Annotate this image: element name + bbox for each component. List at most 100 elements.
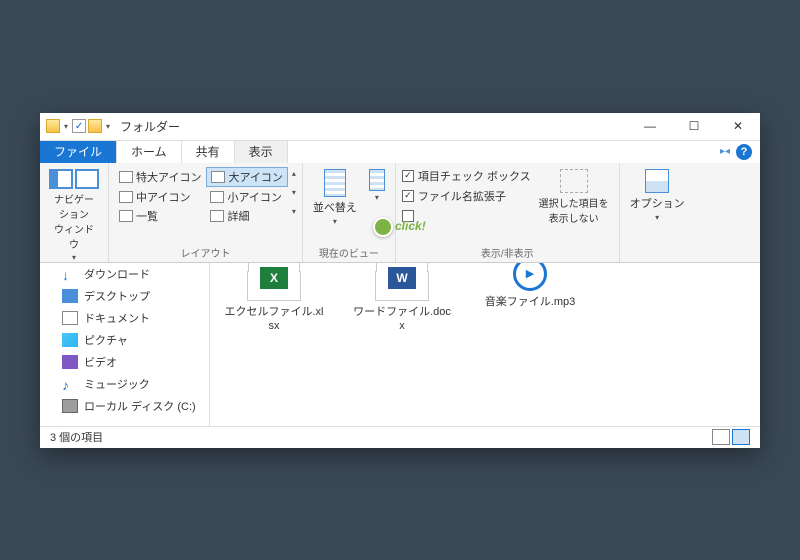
chevron-down-icon: ▾ [375,193,379,202]
download-icon: ↓ [62,267,78,281]
folder-icon [46,119,60,133]
qat-more-icon[interactable]: ▾ [104,122,112,131]
explorer-window: ▾ ✓ ▾ フォルダー — ☐ ✕ ファイル ホーム 共有 表示 ▸◂ ? ナビ… [40,113,760,448]
layout-details[interactable]: 詳細 [206,207,287,225]
hide-label: 選択した項目を 表示しない [539,195,609,225]
sort-label: 並べ替え [313,199,357,215]
ribbon-group-showhide: ✓項目チェック ボックス ✓ファイル名拡張子 隠しファイル 選択した項目を 表示… [396,163,620,262]
nav-pane-icon [49,169,73,189]
minimize-button[interactable]: — [628,112,672,140]
groupby-button[interactable]: ▾ [365,167,389,204]
group-label-options [626,258,689,260]
layout-list[interactable]: 一覧 [115,207,205,225]
layout-xl-icons[interactable]: 特大アイコン [115,167,205,187]
layout-list-label: 一覧 [136,208,158,224]
xl-icon [119,171,133,183]
qat-properties-icon[interactable]: ✓ [72,119,86,133]
close-button[interactable]: ✕ [716,112,760,140]
sb-label: ミュージック [84,376,150,392]
sidebar-item-pictures[interactable]: ピクチャ [40,329,209,351]
view-large-icon[interactable] [732,429,750,445]
file-name: 音楽ファイル.mp3 [485,295,575,309]
group-icon [369,169,385,191]
group-label-layout: レイアウト [115,243,296,260]
options-button[interactable]: オプション ▾ [626,167,689,224]
sidebar-item-downloads[interactable]: ↓ ダウンロード [40,263,209,285]
desktop-icon [62,289,78,303]
chevron-down-icon: ▾ [72,253,76,262]
nav-sidebar[interactable]: ↓ ダウンロード デスクトップ ドキュメント ピクチャ ビデオ ♪ ミュージック ロ… [40,263,210,426]
help-icon[interactable]: ? [736,144,752,160]
layout-medium-icons[interactable]: 中アイコン [115,188,205,206]
group-label-currentview: 現在のビュー [309,243,389,260]
sidebar-item-desktop[interactable]: デスクトップ [40,285,209,307]
ribbon-group-pane: ナビゲーション ウィンドウ ▾ ペイン [40,163,109,262]
sidebar-item-documents[interactable]: ドキュメント [40,307,209,329]
sidebar-item-music[interactable]: ♪ ミュージック [40,373,209,395]
sb-label: ビデオ [84,354,117,370]
chevron-down-icon: ▾ [655,213,659,222]
ribbon: ナビゲーション ウィンドウ ▾ ペイン 特大アイコン 大アイコン 中アイコン 小… [40,163,760,263]
group-label-showhide: 表示/非表示 [402,243,613,260]
qat-newfolder-icon[interactable] [88,119,102,133]
tab-home[interactable]: ホーム [117,141,182,163]
nav-pane-button[interactable]: ナビゲーション ウィンドウ ▾ [46,167,102,264]
maximize-button[interactable]: ☐ [672,112,716,140]
file-item-word[interactable]: W ワードファイル.docx [352,271,452,334]
sm-icon [210,191,224,203]
ribbon-group-currentview: 並べ替え ▾ ▾ 現在のビュー [303,163,396,262]
options-label: オプション [630,195,685,211]
checkbox-file-extensions[interactable]: ✓ファイル名拡張子 [402,187,531,205]
view-details-icon[interactable] [712,429,730,445]
chevron-down-icon: ▾ [333,217,337,226]
file-name: ワードファイル.docx [352,305,452,334]
sort-icon [324,169,346,197]
hide-selected-button[interactable]: 選択した項目を 表示しない [535,167,613,227]
sb-label: ローカル ディスク (C:) [84,398,196,414]
sb-label: ダウンロード [84,266,150,282]
list-icon [119,210,133,222]
picture-icon [62,333,78,347]
file-item-excel[interactable]: X エクセルファイル.xlsx [224,271,324,334]
layout-md-label: 中アイコン [136,189,190,205]
video-icon [62,355,78,369]
body-area: ↓ ダウンロード デスクトップ ドキュメント ピクチャ ビデオ ♪ ミュージック ロ… [40,263,760,426]
preview-pane-icon [75,169,99,189]
hide-icon [560,169,588,193]
checkbox-item-checkboxes[interactable]: ✓項目チェック ボックス [402,167,531,185]
tab-view[interactable]: 表示 [235,141,288,163]
ribbon-group-options: オプション ▾ [620,163,695,262]
sidebar-item-localdisk[interactable]: ローカル ディスク (C:) [40,395,209,417]
sb-label: デスクトップ [84,288,150,304]
layout-lg-label: 大アイコン [228,169,282,185]
layout-scroll-up-icon[interactable]: ▴ [292,169,296,178]
sidebar-item-videos[interactable]: ビデオ [40,351,209,373]
checkbox-hidden-files[interactable]: 隠しファイル [402,207,531,225]
tab-share[interactable]: 共有 [182,141,235,163]
layout-expand-icon[interactable]: ▾ [292,207,296,216]
layout-scroll-down-icon[interactable]: ▾ [292,188,296,197]
layout-large-icons[interactable]: 大アイコン [206,167,287,187]
status-bar: 3 個の項目 [40,426,760,448]
word-icon: W [388,267,416,289]
ribbon-group-layout: 特大アイコン 大アイコン 中アイコン 小アイコン 一覧 詳細 ▴ ▾ ▾ レイア… [109,163,303,262]
file-content-area[interactable]: X エクセルファイル.xlsx W ワードファイル.docx ▶ 音楽ファイル.… [210,263,760,426]
chk2-label: ファイル名拡張子 [418,188,506,204]
titlebar: ▾ ✓ ▾ フォルダー — ☐ ✕ [40,113,760,141]
music-icon: ♪ [62,377,78,391]
tab-file[interactable]: ファイル [40,141,117,163]
file-item-music[interactable]: ▶ 音楽ファイル.mp3 [480,271,580,309]
disk-icon [62,399,78,413]
sort-button[interactable]: 並べ替え ▾ [309,167,361,228]
item-count: 3 個の項目 [50,429,103,445]
layout-small-icons[interactable]: 小アイコン [206,188,287,206]
layout-sm-label: 小アイコン [227,189,281,205]
lg-icon [211,171,225,183]
sb-label: ピクチャ [84,332,128,348]
layout-detail-label: 詳細 [227,208,249,224]
qat-dropdown-icon[interactable]: ▾ [62,122,70,131]
minimize-ribbon-icon[interactable]: ▸◂ [720,146,730,157]
ribbon-tabs: ファイル ホーム 共有 表示 ▸◂ ? [40,141,760,163]
options-icon [645,169,669,193]
chk1-label: 項目チェック ボックス [418,168,531,184]
